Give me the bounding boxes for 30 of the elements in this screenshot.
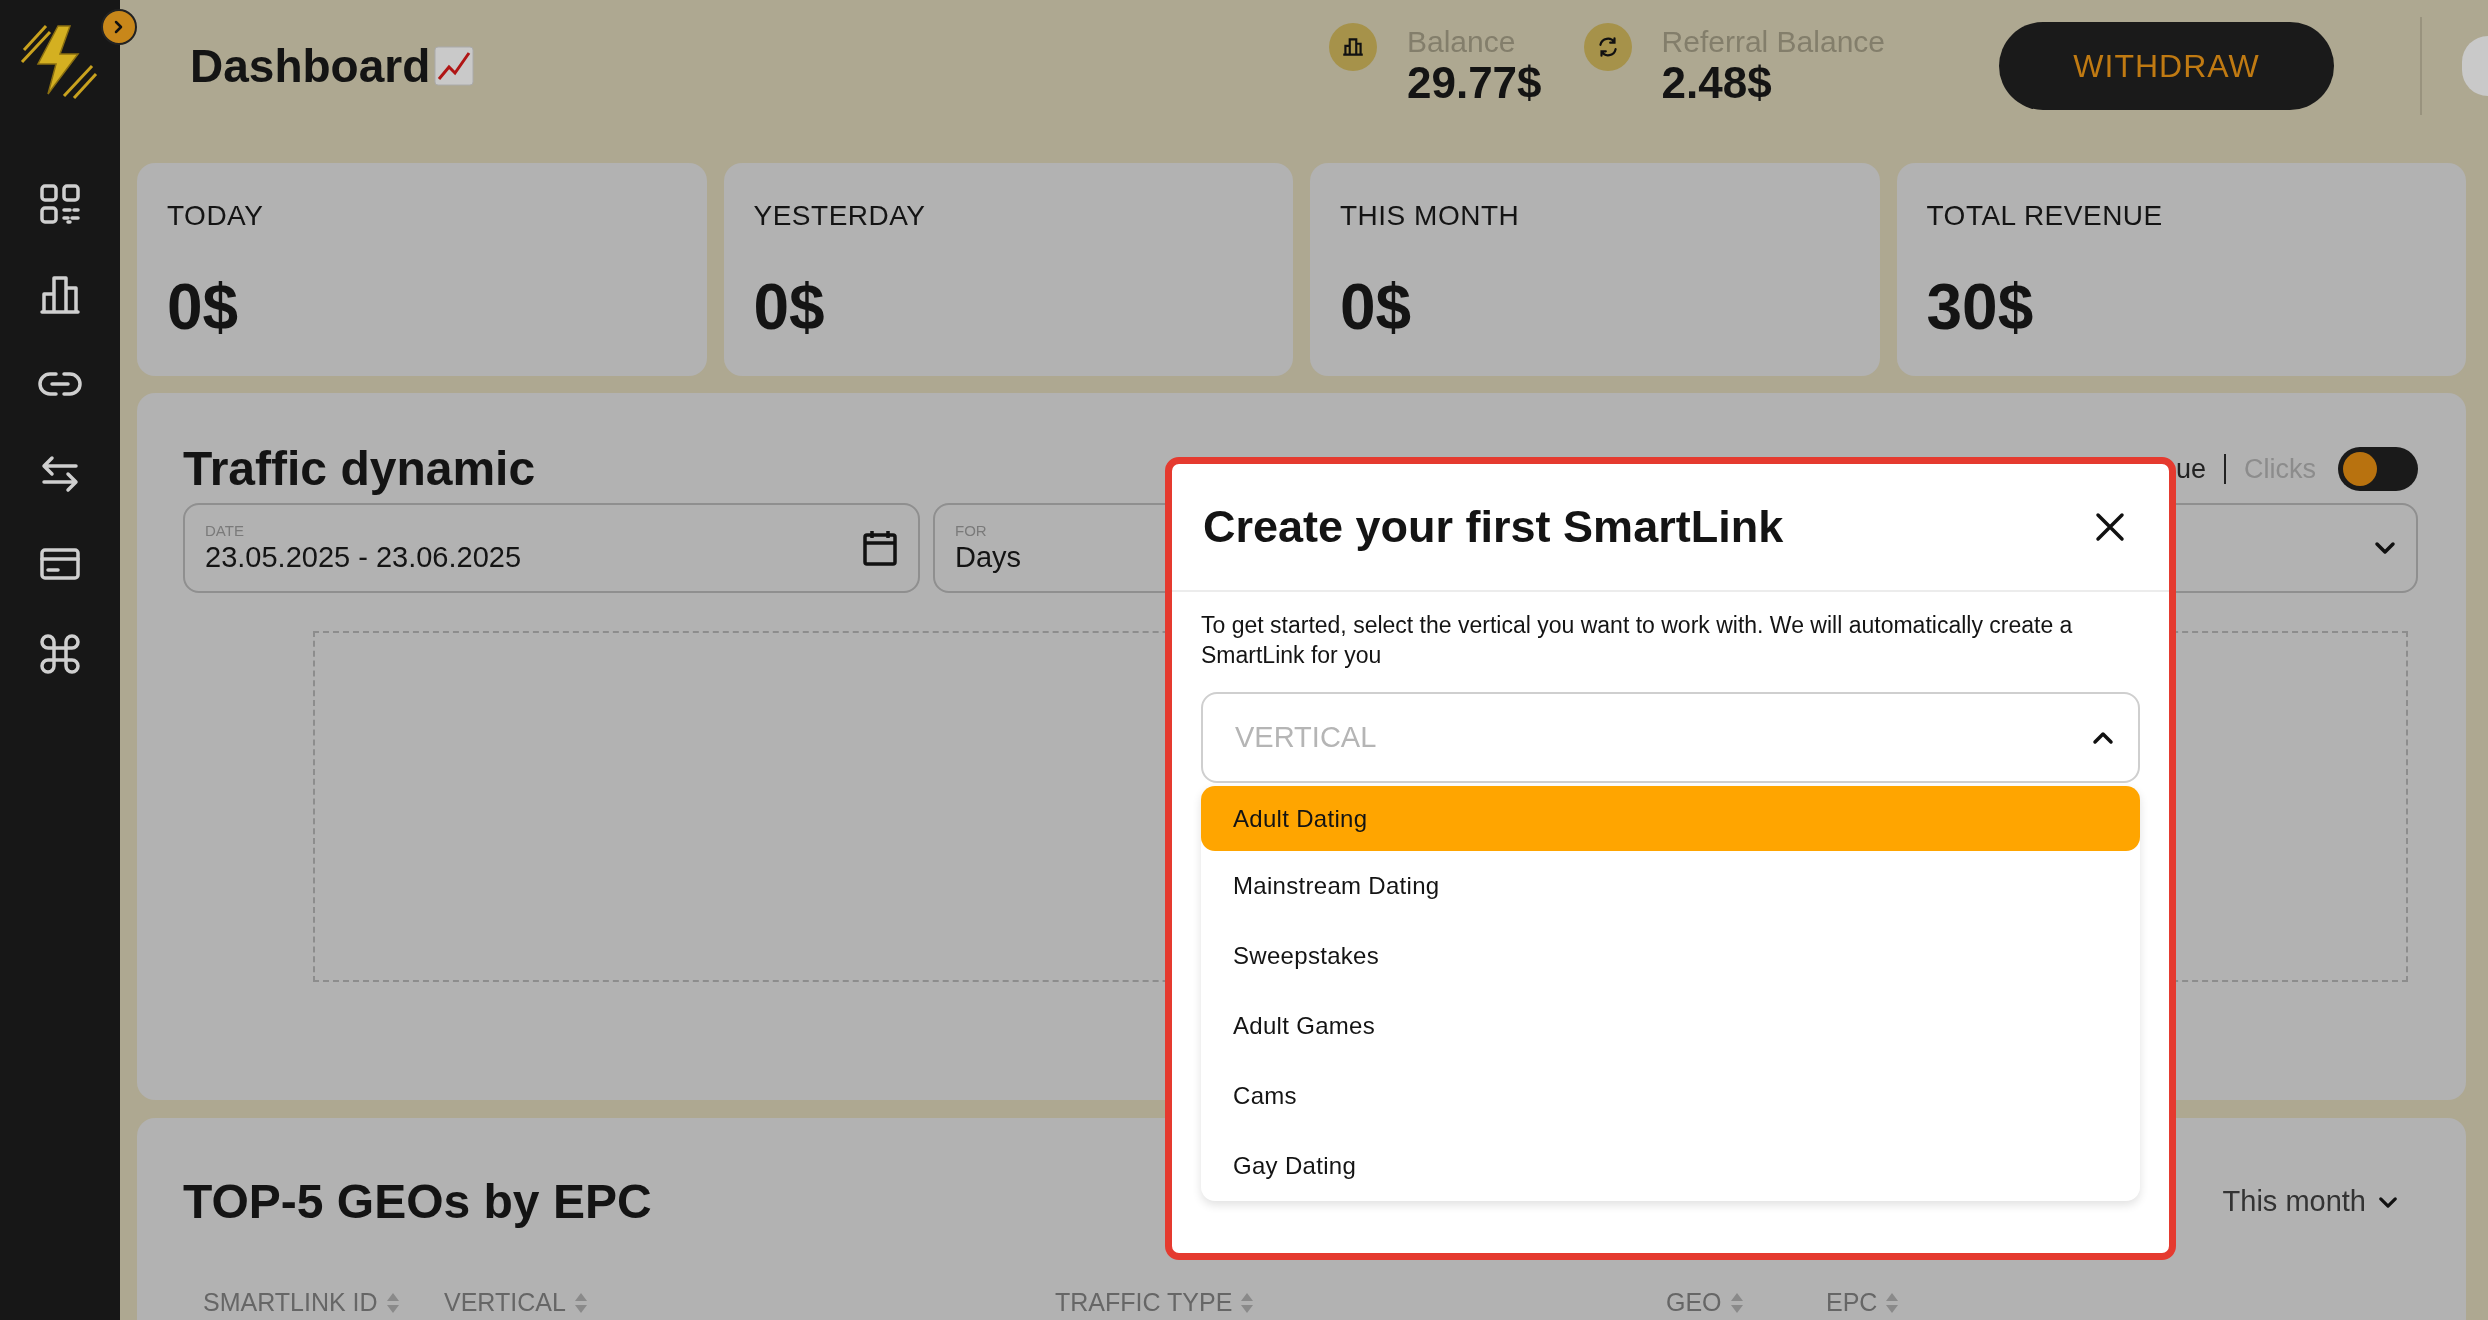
- dropdown-option[interactable]: Gay Dating: [1201, 1131, 2140, 1201]
- stat-label: YESTERDAY: [753, 199, 927, 233]
- page-title: Dashboard: [190, 38, 431, 94]
- modal-title: Create your first SmartLink: [1203, 500, 1784, 555]
- modal-description: To get started, select the vertical you want to work with. We will automatically create a SmartLink for you: [1201, 611, 2074, 670]
- balance-value: 2.48$: [1661, 61, 1773, 105]
- stat-value: 0$: [167, 275, 240, 339]
- field-label: DATE: [205, 522, 245, 538]
- section-title: TOP-5 GEOs by EPC: [183, 1174, 652, 1230]
- stat-value: 0$: [753, 275, 826, 339]
- dropdown-option[interactable]: Adult Dating: [1201, 786, 2140, 851]
- balance-value: 29.77$: [1406, 61, 1542, 105]
- field-label: FOR: [955, 522, 988, 538]
- section-title: Traffic dynamic: [183, 441, 536, 497]
- withdraw-button[interactable]: WITHDRAW: [1999, 22, 2334, 110]
- stat-label: THIS MONTH: [1340, 199, 1521, 233]
- dropdown-option[interactable]: Adult Games: [1201, 991, 2140, 1061]
- toggle-label[interactable]: ue: [2175, 448, 2206, 490]
- stat-value: 30$: [1926, 275, 2035, 339]
- field-value: 23.05.2025 - 23.06.2025: [205, 541, 522, 574]
- period-dropdown[interactable]: This month: [2222, 1180, 2366, 1224]
- dropdown-option[interactable]: Cams: [1201, 1061, 2140, 1131]
- dropdown-option[interactable]: Mainstream Dating: [1201, 851, 2140, 921]
- dropdown-option[interactable]: Sweepstakes: [1201, 921, 2140, 991]
- stat-value: 0$: [1340, 275, 1413, 339]
- stat-label: TOTAL REVENUE: [1926, 199, 2164, 233]
- field-value: Days: [955, 541, 1022, 574]
- select-placeholder: VERTICAL: [1235, 719, 1377, 755]
- stat-label: TODAY: [167, 199, 265, 233]
- date-field[interactable]: DATE 23.05.2025 - 23.06.2025: [183, 503, 920, 593]
